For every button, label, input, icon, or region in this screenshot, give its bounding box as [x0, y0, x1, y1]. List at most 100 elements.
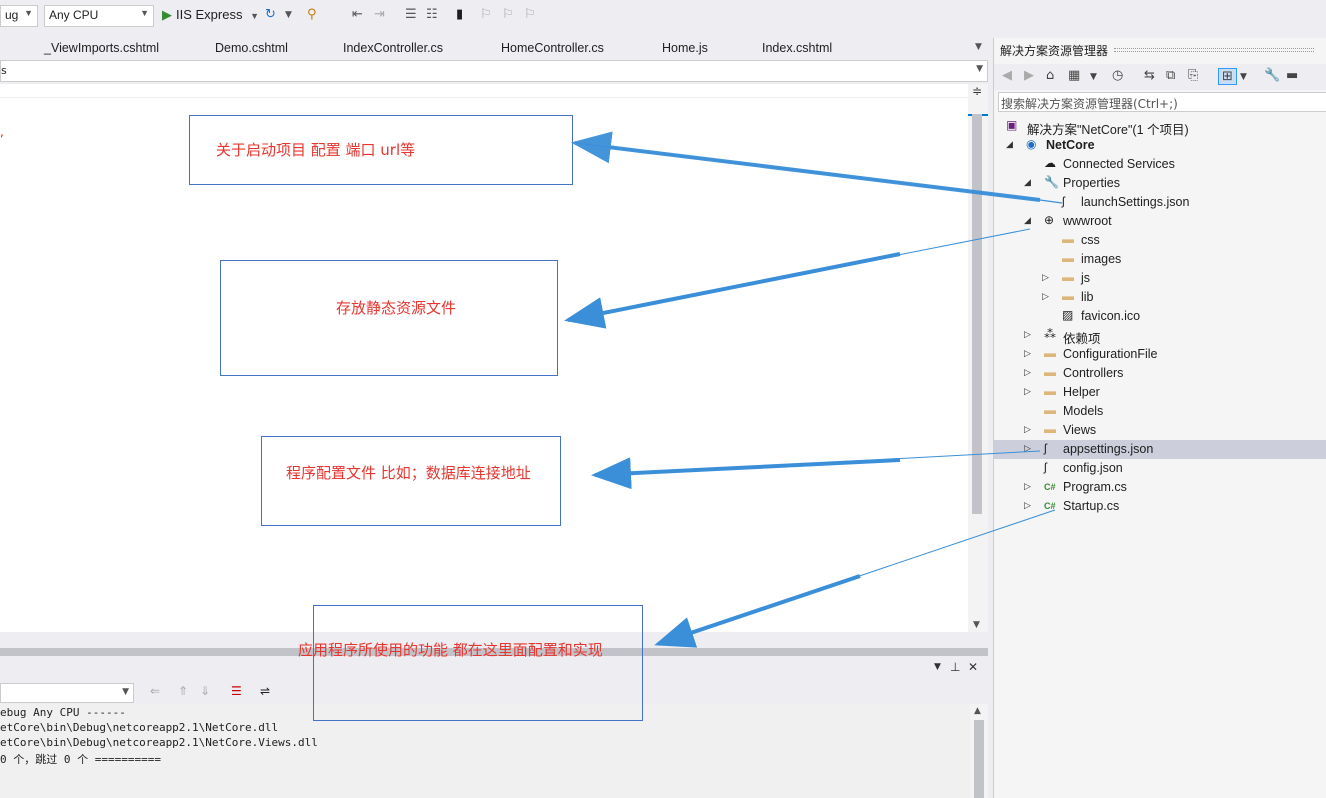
- bookmark-icon[interactable]: ▮: [456, 7, 463, 22]
- editor-scrollbar[interactable]: ≑ ▼: [968, 84, 988, 632]
- tab-overflow-icon[interactable]: ▼: [975, 42, 982, 52]
- tree-item-wwwroot[interactable]: ◢ ⊕ wwwroot: [994, 212, 1326, 231]
- tree-project[interactable]: ◢ ◉ NetCore: [994, 136, 1326, 155]
- chevron-down-icon[interactable]: ▼: [1090, 72, 1097, 82]
- back-icon[interactable]: ◀: [1002, 68, 1012, 83]
- tree-item-program[interactable]: ▷ C# Program.cs: [994, 478, 1326, 497]
- home-icon[interactable]: ⌂: [1046, 68, 1054, 83]
- show-all-files-icon[interactable]: ⎘: [1188, 68, 1198, 83]
- collapsed-icon[interactable]: ▷: [1024, 348, 1031, 359]
- sync-icon[interactable]: ⇆: [1144, 68, 1155, 83]
- error-marker: ,: [0, 125, 4, 139]
- scroll-up-icon[interactable]: ▲: [974, 706, 981, 716]
- tree-item-properties[interactable]: ◢ 🔧 Properties: [994, 174, 1326, 193]
- tree-solution[interactable]: ▣ 解决方案"NetCore"(1 个项目): [994, 117, 1326, 137]
- tree-item-js[interactable]: ▷ ▬ js: [994, 269, 1326, 288]
- json-file-icon: ʃ: [1062, 194, 1065, 208]
- run-button[interactable]: ▶ IIS Express ▼: [162, 7, 259, 23]
- clear-bookmark-icon[interactable]: ⚐: [524, 7, 536, 22]
- step-icon[interactable]: ⇤: [352, 7, 363, 22]
- scrollbar-thumb[interactable]: [972, 114, 982, 514]
- go-to-location-icon[interactable]: ⇐: [150, 684, 160, 698]
- navigation-bar-value: s: [1, 64, 7, 77]
- forward-icon[interactable]: ▶: [1024, 68, 1034, 83]
- tree-item-models[interactable]: ▬ Models: [994, 402, 1326, 421]
- chevron-down-icon[interactable]: ▼: [934, 662, 941, 672]
- tree-item-connected-services[interactable]: ☁ Connected Services: [994, 155, 1326, 174]
- output-line: 0 个，跳过 0 个 ==========: [0, 753, 161, 766]
- tree-item-config-json[interactable]: ʃ config.json: [994, 459, 1326, 478]
- tree-item-appsettings[interactable]: ▷ ʃ appsettings.json: [994, 440, 1326, 459]
- tree-item-helper[interactable]: ▷ ▬ Helper: [994, 383, 1326, 402]
- collapsed-icon[interactable]: ▷: [1024, 481, 1031, 492]
- collapsed-icon[interactable]: ▷: [1024, 329, 1031, 340]
- indent-icon[interactable]: ☰: [405, 7, 417, 22]
- next-bookmark-icon[interactable]: ⚐: [502, 7, 514, 22]
- find-icon[interactable]: ⚲: [307, 7, 317, 22]
- output-source-select[interactable]: ▼: [0, 683, 134, 703]
- collapsed-icon[interactable]: ▷: [1024, 386, 1031, 397]
- outdent-icon[interactable]: ☷: [426, 7, 438, 22]
- tree-item-favicon[interactable]: ▨ favicon.ico: [994, 307, 1326, 326]
- tree-item-css[interactable]: ▬ css: [994, 231, 1326, 250]
- collapsed-icon[interactable]: ▷: [1024, 443, 1031, 454]
- navigation-bar[interactable]: s ▼: [0, 60, 988, 82]
- chevron-down-icon: ▼: [976, 64, 983, 74]
- expanded-icon[interactable]: ◢: [1024, 215, 1031, 226]
- expanded-icon[interactable]: ◢: [1024, 177, 1031, 188]
- tab-viewimports[interactable]: _ViewImports.cshtml: [44, 41, 159, 55]
- tree-item-controllers[interactable]: ▷ ▬ Controllers: [994, 364, 1326, 383]
- properties-icon[interactable]: 🔧: [1264, 68, 1280, 83]
- annotation-box-wwwroot: [220, 260, 558, 376]
- json-file-icon: ʃ: [1044, 460, 1047, 474]
- word-wrap-icon[interactable]: ⇌: [260, 684, 270, 698]
- solution-search-input[interactable]: 搜索解决方案资源管理器(Ctrl+;): [998, 92, 1326, 112]
- output-scrollbar[interactable]: ▲: [970, 704, 988, 798]
- scroll-down-icon[interactable]: ▼: [973, 620, 980, 630]
- next-message-icon[interactable]: ⇓: [200, 684, 210, 698]
- document-tabs: _ViewImports.cshtml Demo.cshtml IndexCon…: [0, 38, 988, 60]
- prev-bookmark-icon[interactable]: ⚐: [480, 7, 492, 22]
- tab-demo[interactable]: Demo.cshtml: [215, 41, 288, 55]
- expanded-icon[interactable]: ◢: [1006, 139, 1013, 150]
- preview-selected-icon[interactable]: ⊞: [1218, 68, 1237, 85]
- solution-config-value: ug: [5, 8, 19, 22]
- minimize-icon[interactable]: ▬: [1286, 68, 1298, 83]
- tree-item-views[interactable]: ▷ ▬ Views: [994, 421, 1326, 440]
- close-icon[interactable]: ✕: [968, 660, 978, 674]
- scrollbar-thumb[interactable]: [974, 720, 984, 798]
- tab-indexcontroller[interactable]: IndexController.cs: [343, 41, 443, 55]
- tree-item-startup[interactable]: ▷ C# Startup.cs: [994, 497, 1326, 516]
- tree-item-launchsettings[interactable]: ʃ launchSettings.json: [994, 193, 1326, 212]
- platform-select[interactable]: Any CPU ▼: [44, 5, 154, 27]
- collapsed-icon[interactable]: ▷: [1024, 500, 1031, 511]
- split-icon[interactable]: ≑: [972, 84, 982, 98]
- collapse-all-icon[interactable]: ⧉: [1166, 68, 1175, 83]
- solution-config-select[interactable]: ug ▼: [0, 5, 38, 27]
- chevron-down-icon[interactable]: ▼: [285, 10, 292, 20]
- pin-icon[interactable]: ⊥: [950, 660, 960, 674]
- tree-item-images[interactable]: ▬ images: [994, 250, 1326, 269]
- tab-index-cshtml[interactable]: Index.cshtml: [762, 41, 832, 55]
- clear-all-icon[interactable]: ☰: [231, 684, 242, 698]
- tab-homejs[interactable]: Home.js: [662, 41, 708, 55]
- editor-ruler: [0, 84, 988, 98]
- switch-views-icon[interactable]: ▦: [1068, 68, 1080, 83]
- chevron-down-icon[interactable]: ▼: [1240, 72, 1247, 82]
- tree-item-lib[interactable]: ▷ ▬ lib: [994, 288, 1326, 307]
- tree-label: Properties: [1063, 176, 1120, 190]
- tree-label: Program.cs: [1063, 480, 1127, 494]
- collapsed-icon[interactable]: ▷: [1042, 272, 1049, 283]
- collapsed-icon[interactable]: ▷: [1042, 291, 1049, 302]
- pending-changes-icon[interactable]: ◷: [1112, 68, 1123, 83]
- tree-label: appsettings.json: [1063, 442, 1154, 456]
- tree-item-configurationfile[interactable]: ▷ ▬ ConfigurationFile: [994, 345, 1326, 364]
- step-over-icon[interactable]: ⇥: [374, 7, 385, 22]
- tree-item-dependencies[interactable]: ▷ ⁂ 依赖项: [994, 326, 1326, 346]
- collapsed-icon[interactable]: ▷: [1024, 367, 1031, 378]
- refresh-icon[interactable]: ↻: [265, 7, 276, 22]
- prev-message-icon[interactable]: ⇑: [178, 684, 188, 698]
- collapsed-icon[interactable]: ▷: [1024, 424, 1031, 435]
- panel-grip[interactable]: [1114, 48, 1314, 52]
- tab-homecontroller[interactable]: HomeController.cs: [501, 41, 604, 55]
